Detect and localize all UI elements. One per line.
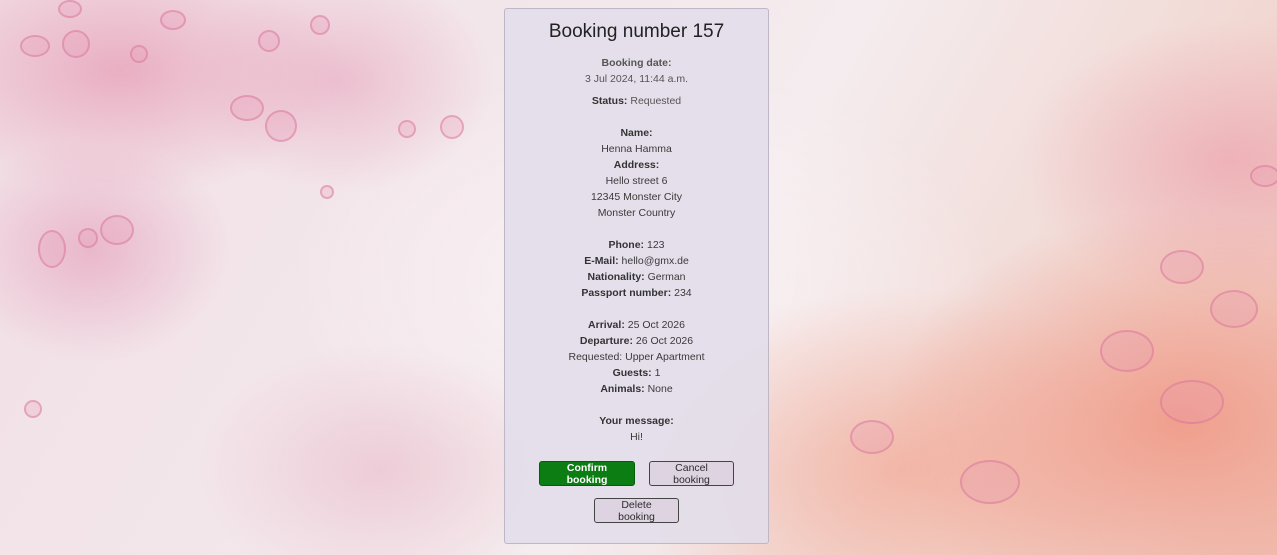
message-value: Hi!: [630, 431, 643, 443]
bubble-decoration: [1210, 290, 1258, 328]
bubble-decoration: [100, 215, 134, 245]
email-label: E-Mail:: [584, 255, 619, 267]
arrival-value: 25 Oct 2026: [627, 319, 685, 331]
address-line-1: Hello street 6: [605, 175, 668, 187]
phone-label: Phone:: [608, 239, 645, 251]
passport-label: Passport number:: [581, 287, 672, 299]
name-label: Name:: [620, 127, 653, 139]
phone-value: 123: [646, 239, 665, 251]
bubble-decoration: [310, 15, 330, 35]
departure-row: Departure: 26 Oct 2026: [505, 333, 768, 349]
email-row: E-Mail: hello@gmx.de: [505, 253, 768, 269]
bubble-decoration: [1250, 165, 1277, 187]
bubble-decoration: [230, 95, 264, 121]
guests-label: Guests:: [612, 367, 652, 379]
status-value: Requested: [630, 95, 682, 107]
bubble-decoration: [1100, 330, 1154, 372]
cancel-booking-button[interactable]: Cancel booking: [649, 461, 734, 486]
email-value: hello@gmx.de: [621, 255, 689, 267]
bubble-decoration: [265, 110, 297, 142]
bubble-decoration: [58, 0, 82, 18]
bubble-decoration: [850, 420, 894, 454]
departure-value: 26 Oct 2026: [635, 335, 694, 347]
bubble-decoration: [78, 228, 98, 248]
bubble-decoration: [440, 115, 464, 139]
message-label: Your message:: [599, 415, 674, 427]
bubble-decoration: [398, 120, 416, 138]
bubble-decoration: [960, 460, 1020, 504]
arrival-label: Arrival:: [588, 319, 625, 331]
status-row: Status: Requested: [505, 93, 768, 109]
nationality-row: Nationality: German: [505, 269, 768, 285]
animals-value: None: [647, 383, 673, 395]
booking-date-label: Booking date:: [601, 57, 672, 69]
name-value: Henna Hamma: [601, 143, 672, 155]
booking-card: Booking number 157 Booking date: 3 Jul 2…: [504, 8, 769, 544]
bubble-decoration: [320, 185, 334, 199]
animals-row: Animals: None: [505, 381, 768, 397]
booking-date-value: 3 Jul 2024, 11:44 a.m.: [584, 73, 689, 85]
address-line-2: 12345 Monster City: [590, 191, 683, 203]
arrival-row: Arrival: 25 Oct 2026: [505, 317, 768, 333]
bubble-decoration: [62, 30, 90, 58]
phone-row: Phone: 123: [505, 237, 768, 253]
bubble-decoration: [160, 10, 186, 30]
guests-row: Guests: 1: [505, 365, 768, 381]
bubble-decoration: [38, 230, 66, 268]
passport-row: Passport number: 234: [505, 285, 768, 301]
booking-title: Booking number 157: [548, 21, 725, 42]
bubble-decoration: [1160, 250, 1204, 284]
passport-value: 234: [674, 287, 692, 299]
address-label: Address:: [613, 159, 660, 171]
guests-value: 1: [654, 367, 661, 379]
address-line-3: Monster Country: [597, 207, 676, 219]
bubble-decoration: [24, 400, 42, 418]
nationality-label: Nationality:: [587, 271, 645, 283]
departure-label: Departure:: [579, 335, 633, 347]
bubble-decoration: [1160, 380, 1224, 424]
bubble-decoration: [130, 45, 148, 63]
delete-booking-button[interactable]: Delete booking: [594, 498, 679, 523]
animals-label: Animals:: [600, 383, 645, 395]
confirm-booking-button[interactable]: Confirm booking: [539, 461, 635, 486]
action-row: Confirm booking Cancel booking: [505, 461, 768, 486]
bubble-decoration: [20, 35, 50, 57]
status-label: Status:: [591, 95, 628, 107]
requested-apartment: Requested: Upper Apartment: [568, 351, 705, 363]
bubble-decoration: [258, 30, 280, 52]
nationality-value: German: [647, 271, 686, 283]
